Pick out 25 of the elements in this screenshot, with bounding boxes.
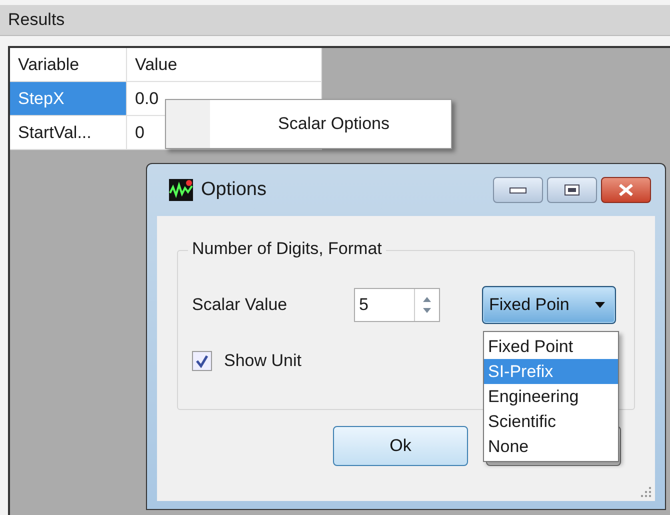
- close-button[interactable]: [601, 177, 651, 203]
- dropdown-option[interactable]: Engineering: [484, 384, 618, 409]
- checkbox-label: Show Unit: [224, 351, 302, 371]
- checkbox[interactable]: [192, 351, 212, 371]
- field-label: Scalar Value: [192, 295, 288, 315]
- minimize-button[interactable]: [493, 177, 543, 203]
- maximize-icon: [564, 184, 580, 196]
- dialog-title: Options: [201, 179, 266, 201]
- close-icon: [618, 183, 634, 197]
- dropdown-option[interactable]: None: [484, 434, 618, 459]
- caret-icon: [595, 302, 605, 308]
- group-title: Number of Digits, Format: [188, 239, 386, 259]
- table-cell[interactable]: StartVal...: [10, 116, 127, 150]
- dropdown-option[interactable]: Scientific: [484, 409, 618, 434]
- resize-grip-icon: [641, 487, 651, 497]
- minimize-icon: [509, 186, 527, 194]
- column-header[interactable]: Variable: [10, 48, 127, 82]
- dropdown-option[interactable]: Fixed Point: [484, 334, 618, 359]
- maximize-button[interactable]: [547, 177, 597, 203]
- panel-title: Results: [8, 10, 65, 30]
- waveform-icon: [169, 179, 193, 201]
- format-dropdown[interactable]: Fixed Poin: [482, 286, 616, 324]
- column-header[interactable]: Value: [127, 48, 322, 82]
- digits-spinner[interactable]: 5: [354, 288, 440, 322]
- ok-button[interactable]: Ok: [333, 426, 468, 466]
